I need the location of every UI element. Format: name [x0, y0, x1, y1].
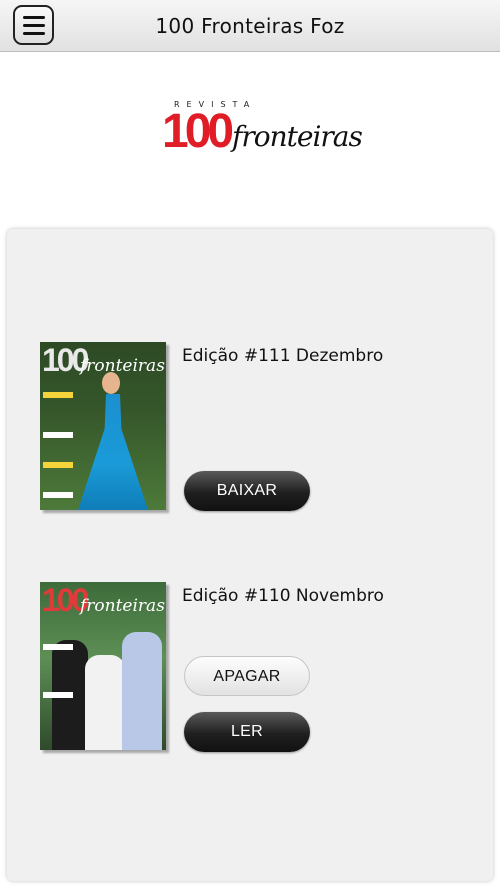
cover-headline-strip: [43, 462, 73, 468]
delete-button[interactable]: APAGAR: [184, 656, 310, 696]
page-title: 100 Fronteiras Foz: [155, 14, 345, 38]
cover-model-dress: [78, 394, 148, 510]
cover-masthead-script: fronteiras: [80, 356, 165, 376]
cover-headline-strip: [43, 644, 73, 650]
read-button[interactable]: LER: [184, 712, 310, 752]
cover-headline-strip: [43, 392, 73, 398]
issues-panel: 100 fronteiras Edição #111 Dezembro BAIX…: [7, 229, 493, 881]
issue-title: Edição #111 Dezembro: [182, 346, 384, 366]
cover-masthead-script: fronteiras: [80, 596, 165, 616]
logo-number: 100: [162, 105, 234, 158]
cover-headline-strip: [43, 692, 73, 698]
download-button[interactable]: BAIXAR: [184, 471, 310, 511]
issue-cover-image[interactable]: 100 fronteiras: [40, 582, 166, 750]
cover-person: [85, 655, 125, 750]
logo-script: fronteiras: [232, 120, 363, 153]
cover-headline-strip: [43, 432, 73, 438]
cover-headline-strip: [43, 492, 73, 498]
cover-model-head: [102, 372, 120, 394]
issue-title: Edição #110 Novembro: [182, 586, 384, 606]
app-header: 100 Fronteiras Foz: [0, 0, 500, 52]
cover-person: [122, 632, 162, 750]
magazine-logo: REVISTA 100 fronteiras: [162, 100, 363, 170]
issue-cover-image[interactable]: 100 fronteiras: [40, 342, 166, 510]
